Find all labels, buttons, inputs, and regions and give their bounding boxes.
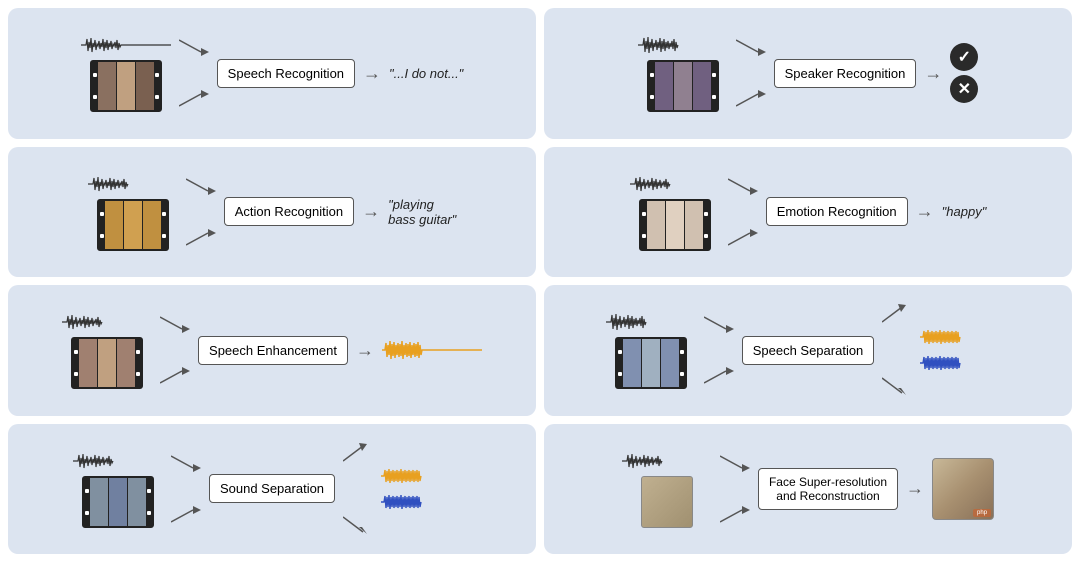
arrow-bottom-seh: [160, 351, 190, 391]
input-waveform-snd: [73, 450, 163, 472]
emotion-recognition-inputs: [630, 173, 720, 251]
arrow-bottom-fsr: [720, 490, 750, 530]
face-input-lowres: [641, 476, 693, 528]
sound-separation-arrows: [171, 448, 201, 530]
face-superresolution-inputs: [622, 450, 712, 528]
speech-recognition-box: Speech Recognition: [217, 59, 355, 88]
output-waveform-orange: [382, 336, 482, 364]
speech-recognition-output: "...I do not...": [389, 66, 463, 81]
filmstrip-speech-recognition: [90, 60, 162, 112]
speech-separation-inputs: [606, 311, 696, 389]
speech-recognition-cell: Speech Recognition → "...I do not...": [8, 8, 536, 139]
action-recognition-box: Action Recognition: [224, 197, 354, 226]
action-recognition-output: "playing bass guitar": [388, 197, 456, 227]
x-icon: ✕: [950, 75, 978, 103]
sound-separation-box: Sound Separation: [209, 474, 335, 503]
input-waveform: [81, 34, 171, 56]
check-x-output: ✓ ✕: [950, 43, 978, 103]
filmstrip-speech-separation: [615, 337, 687, 389]
speech-recognition-arrows: [179, 32, 209, 114]
arrow-to-output: →: [363, 63, 381, 84]
face-superresolution-box: Face Super-resolution and Reconstruction: [758, 468, 898, 510]
speech-enhancement-box: Speech Enhancement: [198, 336, 348, 365]
input-waveform-speaker: [638, 34, 728, 56]
speech-separation-cell: Speech Separation: [544, 285, 1072, 416]
arrow-top-ssp: [704, 309, 734, 349]
arrow-bottom-snds: [171, 490, 201, 530]
input-waveform-er: [630, 173, 720, 195]
speech-separation-arrows: [704, 309, 734, 391]
sound-separation-cell: Sound Separation: [8, 424, 536, 555]
face-output-highres: php: [932, 458, 994, 520]
emotion-recognition-box: Emotion Recognition: [766, 197, 908, 226]
face-superresolution-cell: Face Super-resolution and Reconstruction…: [544, 424, 1072, 555]
branch-arrow-top: [882, 297, 912, 347]
arrow-top: [179, 32, 209, 72]
branch-arrow-bottom: [882, 353, 912, 403]
action-recognition-arrows: [186, 171, 216, 253]
filmstrip-speech-enhancement: [71, 337, 143, 389]
arrow-to-output-ac: →: [362, 201, 380, 222]
speech-separation-box: Speech Separation: [742, 336, 875, 365]
input-waveform-se: [62, 311, 152, 333]
speaker-recognition-cell: Speaker Recognition → ✓ ✕: [544, 8, 1072, 139]
arrow-to-output-fsr: →: [906, 478, 924, 499]
speech-enhancement-inputs: [62, 311, 152, 389]
input-waveform-ss: [606, 311, 696, 333]
emotion-recognition-cell: Emotion Recognition → "happy": [544, 147, 1072, 278]
speech-enhancement-arrows: [160, 309, 190, 391]
speaker-recognition-arrows: [736, 32, 766, 114]
speech-enhancement-cell: Speech Enhancement →: [8, 285, 536, 416]
arrow-bottom-ac: [186, 213, 216, 253]
output-waveform-orange-ss: [920, 327, 1010, 347]
arrow-top-ac: [186, 171, 216, 211]
action-recognition-cell: Action Recognition → "playing bass guita…: [8, 147, 536, 278]
output-waveform-orange-snd: [381, 466, 471, 486]
filmstrip-speaker-recognition: [647, 60, 719, 112]
output-waveform-blue-snd: [381, 492, 471, 512]
arrow-top-fsr: [720, 448, 750, 488]
arrow-to-output-emr: →: [916, 201, 934, 222]
arrow-to-output-sr: →: [924, 63, 942, 84]
arrow-top-seh: [160, 309, 190, 349]
sound-separation-inputs: [73, 450, 163, 528]
speech-recognition-inputs: [81, 34, 171, 112]
arrow-bottom-ssp: [704, 351, 734, 391]
arrow-top-emr: [728, 171, 758, 211]
arrow-to-output-seh: →: [356, 340, 374, 361]
branch-arrow-top-snd: [343, 436, 373, 486]
arrow-bottom: [179, 74, 209, 114]
arrow-top-snds: [171, 448, 201, 488]
arrow-top-sr: [736, 32, 766, 72]
branch-arrow-bottom-snd: [343, 492, 373, 542]
output-waveform-blue-ss: [920, 353, 1010, 373]
speech-separation-branch-arrows: [882, 297, 912, 403]
sound-separation-branch-arrows: [343, 436, 373, 542]
arrow-bottom-sr: [736, 74, 766, 114]
face-superresolution-arrows: [720, 448, 750, 530]
emotion-recognition-output: "happy": [942, 204, 987, 219]
speaker-recognition-box: Speaker Recognition: [774, 59, 917, 88]
filmstrip-action-recognition: [97, 199, 169, 251]
check-icon: ✓: [950, 43, 978, 71]
speech-separation-outputs: [920, 327, 1010, 373]
input-waveform-fsr: [622, 450, 712, 472]
input-waveform-ar: [88, 173, 178, 195]
arrow-bottom-emr: [728, 213, 758, 253]
filmstrip-sound-separation: [82, 476, 154, 528]
speaker-recognition-inputs: [638, 34, 728, 112]
sound-separation-outputs: [381, 466, 471, 512]
emotion-recognition-arrows: [728, 171, 758, 253]
action-recognition-inputs: [88, 173, 178, 251]
filmstrip-emotion-recognition: [639, 199, 711, 251]
